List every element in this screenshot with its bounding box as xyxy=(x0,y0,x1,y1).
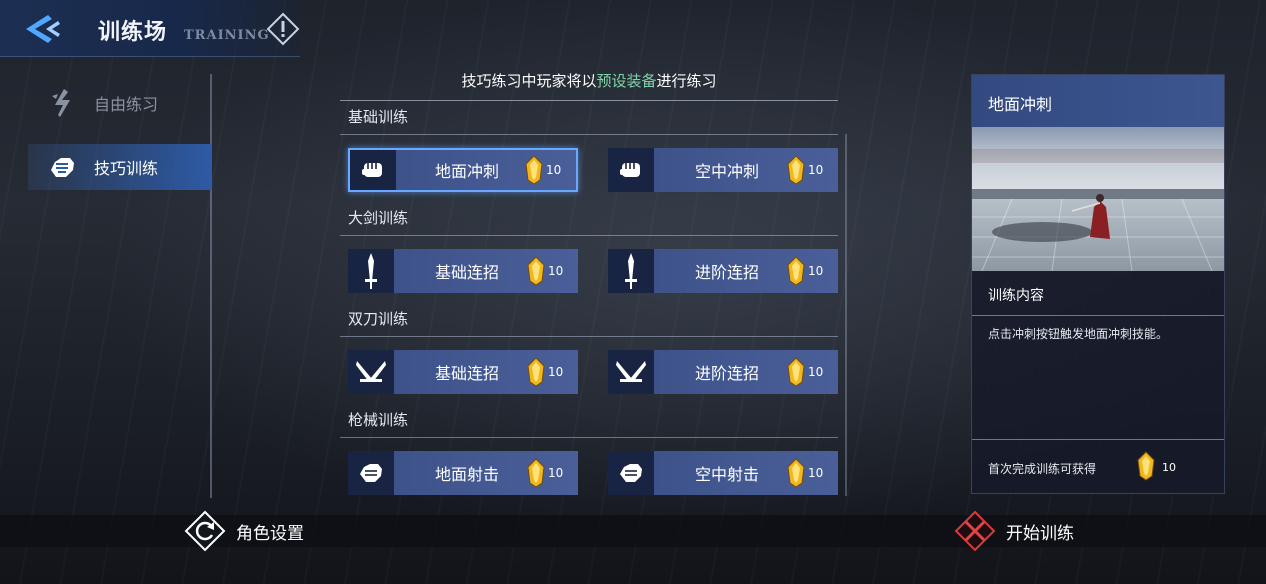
training-preview-image xyxy=(972,127,1224,271)
detail-title: 地面冲刺 xyxy=(988,95,1053,114)
free-practice-icon xyxy=(52,89,70,117)
divider xyxy=(340,235,838,236)
gem-icon xyxy=(787,256,805,286)
dual-blades-icon xyxy=(608,350,654,394)
nav-item-label: 自由练习 xyxy=(94,95,159,114)
header-bar: 训练场 TRAINING xyxy=(0,0,300,57)
category-title: 大剑训练 xyxy=(348,209,409,227)
training-card[interactable]: 地面冲刺 10 xyxy=(348,148,578,192)
training-card-reward: 10 xyxy=(546,163,562,177)
first-clear-reward-value: 10 xyxy=(1162,461,1176,474)
notice-prefix: 技巧练习中玩家将以 xyxy=(461,72,597,90)
sword-icon xyxy=(608,249,654,293)
training-card-reward: 10 xyxy=(548,264,564,278)
content-label: 训练内容 xyxy=(988,288,1044,304)
training-card[interactable]: 地面射击 10 xyxy=(348,451,578,495)
training-card-label: 地面射击 xyxy=(434,465,499,484)
refresh-icon xyxy=(184,510,226,552)
training-card-label: 进阶连招 xyxy=(694,263,759,282)
detail-panel: 地面冲刺 训练内容 点击冲刺按钮触发地面冲刺技能。 首次完成训练可获得 10 xyxy=(971,74,1225,494)
notice-highlight: 预设装备 xyxy=(596,72,657,90)
training-card-reward: 10 xyxy=(808,264,824,278)
training-card-label: 基础连招 xyxy=(434,364,499,383)
training-card[interactable]: 空中冲刺 10 xyxy=(608,148,838,192)
training-card-label: 基础连招 xyxy=(434,263,499,282)
training-card[interactable]: 空中射击 10 xyxy=(608,451,838,495)
sword-icon xyxy=(348,249,394,293)
page-subtitle: TRAINING xyxy=(184,28,270,43)
equipment-notice: 技巧练习中玩家将以预设装备进行练习 xyxy=(340,70,838,91)
divider xyxy=(340,100,838,101)
list-scrollbar[interactable] xyxy=(845,134,847,496)
training-card-reward: 10 xyxy=(548,466,564,480)
crossed-swords-icon xyxy=(954,510,996,552)
divider xyxy=(340,134,838,135)
category-title: 基础训练 xyxy=(348,108,409,126)
nav-item-free-practice[interactable]: 自由练习 xyxy=(28,80,212,126)
dual-blades-icon xyxy=(348,350,394,394)
training-card-label: 进阶连招 xyxy=(694,364,759,383)
category-title: 双刀训练 xyxy=(348,310,409,328)
page-title: 训练场 xyxy=(98,20,168,45)
gem-icon xyxy=(1137,451,1155,481)
gem-icon xyxy=(787,458,805,488)
gem-icon xyxy=(787,357,805,387)
gun-hand-icon xyxy=(608,451,654,495)
training-card-label: 空中射击 xyxy=(694,465,759,484)
divider xyxy=(972,439,1224,440)
notice-suffix: 进行练习 xyxy=(656,72,717,90)
category-title: 枪械训练 xyxy=(348,411,409,429)
training-card-label: 地面冲刺 xyxy=(434,162,499,181)
fist-icon xyxy=(350,150,396,190)
gem-icon xyxy=(527,357,545,387)
back-arrow-icon[interactable] xyxy=(22,12,62,46)
divider xyxy=(340,437,838,438)
start-training-button[interactable]: 开始训练 xyxy=(954,510,1074,552)
training-card-reward: 10 xyxy=(808,163,824,177)
gem-icon xyxy=(527,458,545,488)
role-settings-label: 角色设置 xyxy=(236,523,304,544)
nav-divider xyxy=(210,74,212,498)
fist-icon xyxy=(608,148,654,192)
training-card-reward: 10 xyxy=(808,466,824,480)
first-clear-reward-label: 首次完成训练可获得 xyxy=(988,462,1097,476)
training-card[interactable]: 基础连招 10 xyxy=(348,350,578,394)
divider xyxy=(340,336,838,337)
detail-header: 地面冲刺 xyxy=(972,75,1224,127)
nav-item-label: 技巧训练 xyxy=(94,159,159,178)
gem-icon xyxy=(525,155,543,185)
training-card-reward: 10 xyxy=(808,365,824,379)
training-card-label: 空中冲刺 xyxy=(694,162,759,181)
content-description: 点击冲刺按钮触发地面冲刺技能。 xyxy=(988,327,1169,341)
training-card-reward: 10 xyxy=(548,365,564,379)
info-icon[interactable] xyxy=(266,12,300,46)
skill-training-icon xyxy=(51,158,74,177)
gun-hand-icon xyxy=(348,451,394,495)
training-card[interactable]: 基础连招 10 xyxy=(348,249,578,293)
divider xyxy=(972,315,1224,316)
gem-icon xyxy=(787,155,805,185)
role-settings-button[interactable]: 角色设置 xyxy=(184,510,304,552)
training-card[interactable]: 进阶连招 10 xyxy=(608,350,838,394)
start-training-label: 开始训练 xyxy=(1006,523,1074,544)
gem-icon xyxy=(527,256,545,286)
nav-item-skill-training[interactable]: 技巧训练 xyxy=(28,144,212,190)
training-card[interactable]: 进阶连招 10 xyxy=(608,249,838,293)
